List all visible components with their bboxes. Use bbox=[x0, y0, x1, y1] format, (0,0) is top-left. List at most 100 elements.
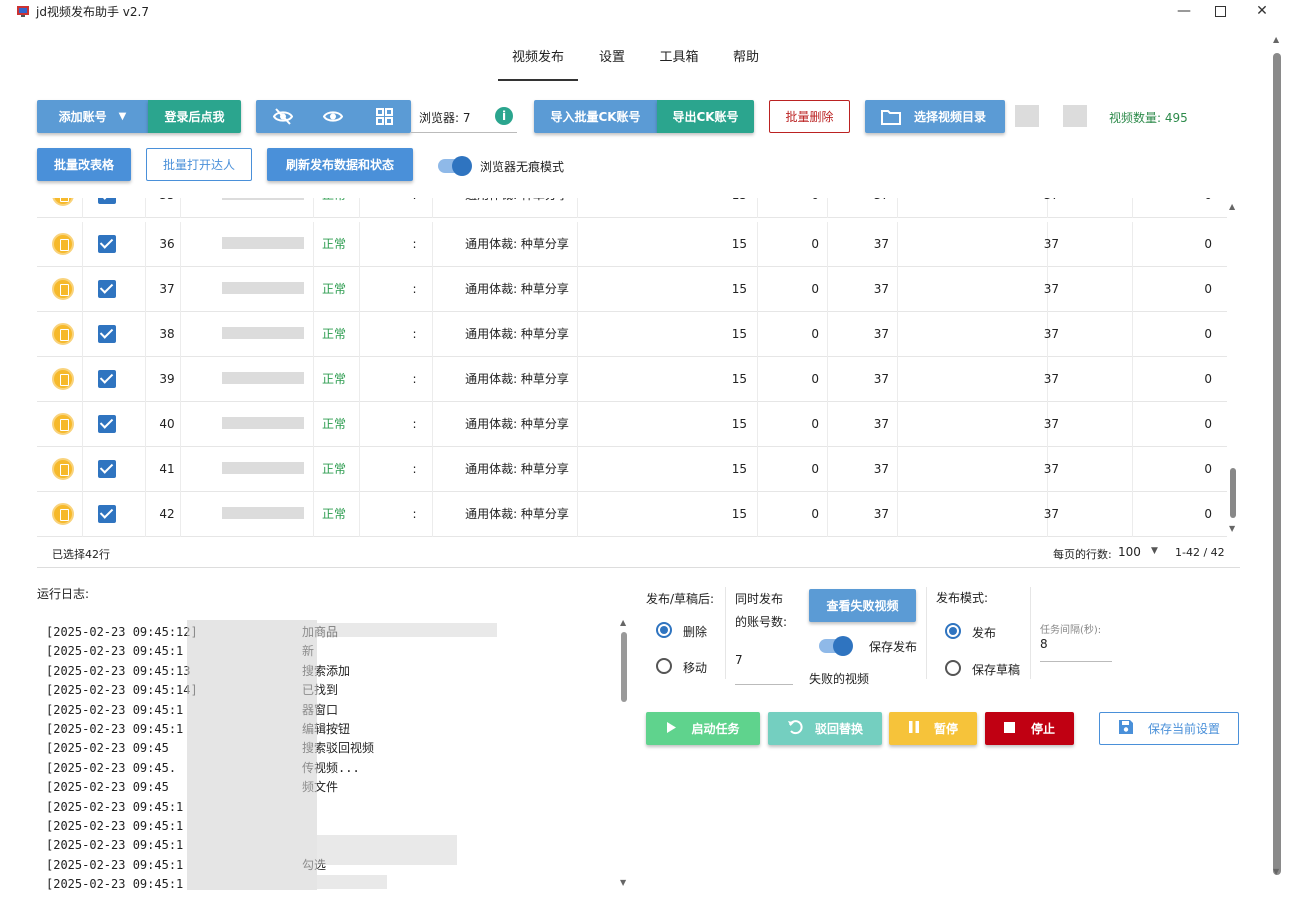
table-row[interactable]: 38 正常: 通用体裁: 种草分享 15 0 37 37 0 bbox=[37, 312, 1227, 357]
choose-dir-button[interactable]: 选择视频目录 bbox=[865, 100, 1005, 133]
column-divider bbox=[1132, 198, 1133, 218]
column-divider bbox=[145, 312, 146, 357]
add-account-button[interactable]: 添加账号 ▼ bbox=[37, 100, 148, 133]
table-row[interactable]: 42 正常: 通用体裁: 种草分享 15 0 37 37 0 bbox=[37, 492, 1227, 537]
clipboard-icon[interactable] bbox=[52, 278, 74, 300]
tab-video-publish[interactable]: 视频发布 bbox=[498, 45, 578, 81]
scroll-up-icon[interactable]: ▲ bbox=[1273, 35, 1279, 44]
table-row[interactable]: 35 正常: 通用体裁: 种草分享 15 0 37 37 0 bbox=[37, 198, 1227, 218]
tab-settings[interactable]: 设置 bbox=[592, 45, 632, 81]
clipboard-icon[interactable] bbox=[52, 458, 74, 480]
grid-icon[interactable] bbox=[376, 108, 393, 128]
clipboard-icon[interactable] bbox=[52, 413, 74, 435]
row-checkbox[interactable] bbox=[98, 235, 116, 253]
interval-input[interactable]: 8 bbox=[1040, 635, 1112, 662]
table-row[interactable]: 40 正常: 通用体裁: 种草分享 15 0 37 37 0 bbox=[37, 402, 1227, 447]
log-scroll-thumb[interactable] bbox=[621, 632, 627, 702]
row-checkbox[interactable] bbox=[98, 415, 116, 433]
batch-delete-button[interactable]: 批量删除 bbox=[769, 100, 850, 133]
chevron-down-icon[interactable]: ▼ bbox=[1151, 546, 1158, 556]
column-divider bbox=[897, 222, 898, 267]
log-scrollbar[interactable]: ▲ ▼ bbox=[617, 618, 631, 890]
start-task-label: 启动任务 bbox=[691, 722, 740, 736]
cell-c3: 37 bbox=[873, 372, 889, 386]
clipboard-icon[interactable] bbox=[52, 323, 74, 345]
tab-toolbox[interactable]: 工具箱 bbox=[652, 45, 706, 81]
refresh-button[interactable]: 刷新发布数据和状态 bbox=[267, 148, 413, 181]
log-timestamp: [2025-02-23 09:45:12] bbox=[46, 625, 198, 639]
eye-icon[interactable] bbox=[322, 108, 344, 128]
table-scroll-thumb[interactable] bbox=[1230, 468, 1236, 518]
column-divider bbox=[757, 198, 758, 218]
reject-replace-button[interactable]: 驳回替换 bbox=[768, 712, 882, 745]
tab-help[interactable]: 帮助 bbox=[724, 45, 768, 81]
radio-draft[interactable] bbox=[945, 660, 961, 676]
column-divider bbox=[432, 222, 433, 267]
blurred-account-name bbox=[222, 462, 304, 474]
row-checkbox[interactable] bbox=[98, 460, 116, 478]
clipboard-icon[interactable] bbox=[52, 233, 74, 255]
save-failed-toggle[interactable] bbox=[819, 636, 853, 656]
radio-publish[interactable] bbox=[945, 623, 961, 639]
login-click-button[interactable]: 登录后点我 bbox=[148, 100, 241, 133]
scroll-up-icon[interactable]: ▲ bbox=[1229, 202, 1235, 211]
browser-count-field[interactable]: 浏览器: 7 i bbox=[411, 100, 517, 133]
pause-button[interactable]: 暂停 bbox=[889, 712, 977, 745]
start-task-button[interactable]: 启动任务 bbox=[646, 712, 760, 745]
batch-edit-table-button[interactable]: 批量改表格 bbox=[37, 148, 131, 181]
concurrent-input[interactable]: 7 bbox=[735, 645, 793, 685]
minimize-icon[interactable]: — bbox=[1166, 0, 1202, 22]
row-checkbox[interactable] bbox=[98, 370, 116, 388]
column-divider bbox=[897, 312, 898, 357]
scroll-down-icon[interactable]: ▼ bbox=[1273, 867, 1279, 876]
table-scrollbar[interactable]: ▲ ▼ bbox=[1226, 200, 1240, 536]
export-ck-button[interactable]: 导出CK账号 bbox=[657, 100, 754, 133]
blurred-log-content bbox=[317, 875, 387, 889]
scroll-down-icon[interactable]: ▼ bbox=[1229, 524, 1235, 533]
table-row[interactable]: 37 正常: 通用体裁: 种草分享 15 0 37 37 0 bbox=[37, 267, 1227, 312]
scroll-up-icon[interactable]: ▲ bbox=[620, 618, 626, 627]
radio-move-label: 移动 bbox=[683, 661, 708, 675]
column-divider bbox=[82, 267, 83, 312]
stop-button[interactable]: 停止 bbox=[985, 712, 1074, 745]
clipboard-icon[interactable] bbox=[52, 503, 74, 525]
row-checkbox[interactable] bbox=[98, 505, 116, 523]
cell-c1: 15 bbox=[731, 417, 747, 431]
batch-open-button[interactable]: 批量打开达人 bbox=[146, 148, 252, 181]
log-timestamp: [2025-02-23 09:45:14] bbox=[46, 683, 198, 698]
rows-per-page-select[interactable]: 100 bbox=[1118, 545, 1141, 559]
close-icon[interactable]: ✕ bbox=[1244, 0, 1280, 22]
cell-sep: : bbox=[412, 462, 417, 476]
table-row[interactable]: 39 正常: 通用体裁: 种草分享 15 0 37 37 0 bbox=[37, 357, 1227, 402]
clipboard-icon[interactable] bbox=[52, 368, 74, 390]
row-checkbox[interactable] bbox=[98, 280, 116, 298]
incognito-toggle[interactable] bbox=[438, 156, 472, 176]
eye-off-icon[interactable] bbox=[272, 108, 294, 128]
cell-c4: 37 bbox=[1043, 237, 1059, 251]
info-icon[interactable]: i bbox=[495, 107, 513, 125]
window-scrollbar[interactable]: ▲ ▼ bbox=[1270, 35, 1284, 880]
save-settings-button[interactable]: 保存当前设置 bbox=[1099, 712, 1239, 745]
maximize-icon[interactable] bbox=[1202, 0, 1238, 22]
row-checkbox[interactable] bbox=[98, 198, 116, 204]
import-ck-button[interactable]: 导入批量CK账号 bbox=[534, 100, 657, 133]
row-checkbox[interactable] bbox=[98, 325, 116, 343]
window-scroll-thumb[interactable] bbox=[1273, 53, 1281, 875]
radio-delete[interactable] bbox=[656, 622, 672, 638]
save-settings-label: 保存当前设置 bbox=[1147, 722, 1220, 736]
cell-c1: 15 bbox=[707, 198, 747, 218]
table-row[interactable]: 36 正常: 通用体裁: 种草分享 15 0 37 37 0 bbox=[37, 222, 1227, 267]
stop-icon bbox=[1003, 721, 1015, 736]
column-divider bbox=[82, 402, 83, 447]
radio-move[interactable] bbox=[656, 658, 672, 674]
table-row[interactable]: 41 正常: 通用体裁: 种草分享 15 0 37 37 0 bbox=[37, 447, 1227, 492]
cell-c4: 37 bbox=[1043, 507, 1059, 521]
cell-c4: 37 bbox=[1027, 198, 1059, 218]
column-divider bbox=[313, 267, 314, 312]
log-title: 运行日志: bbox=[37, 587, 90, 601]
view-failed-button[interactable]: 查看失败视频 bbox=[809, 589, 916, 622]
chevron-down-icon[interactable]: ▼ bbox=[119, 111, 127, 122]
clipboard-icon[interactable] bbox=[52, 198, 74, 206]
scroll-down-icon[interactable]: ▼ bbox=[620, 878, 626, 887]
log-timestamp: [2025-02-23 09:45:1 bbox=[46, 819, 184, 833]
